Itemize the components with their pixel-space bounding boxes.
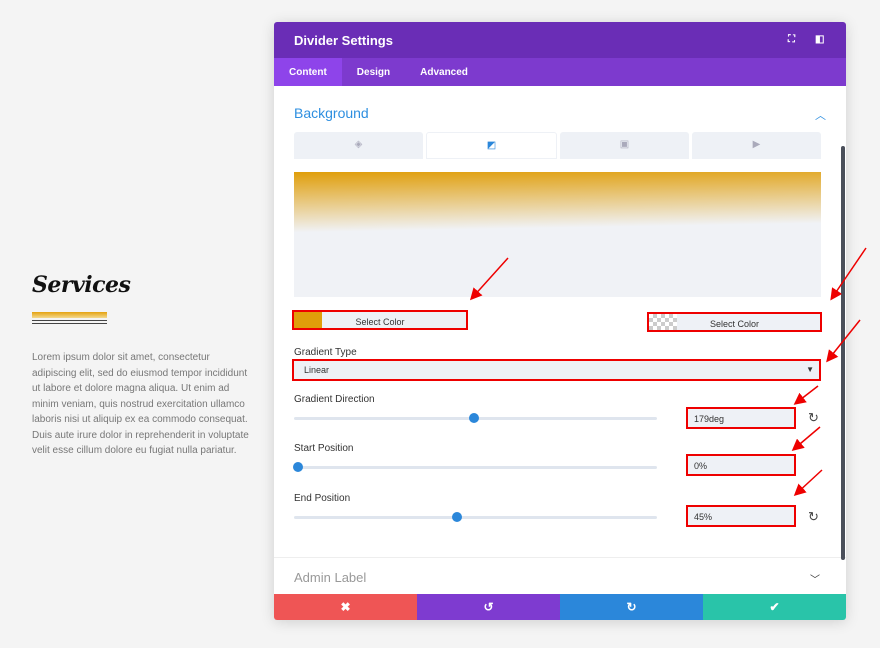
arrow [793, 385, 819, 405]
annotation-arrows [469, 247, 867, 497]
arrow [826, 319, 861, 363]
arrow [791, 426, 821, 451]
arrow [793, 469, 823, 497]
arrow [830, 247, 867, 301]
arrow [469, 257, 509, 301]
